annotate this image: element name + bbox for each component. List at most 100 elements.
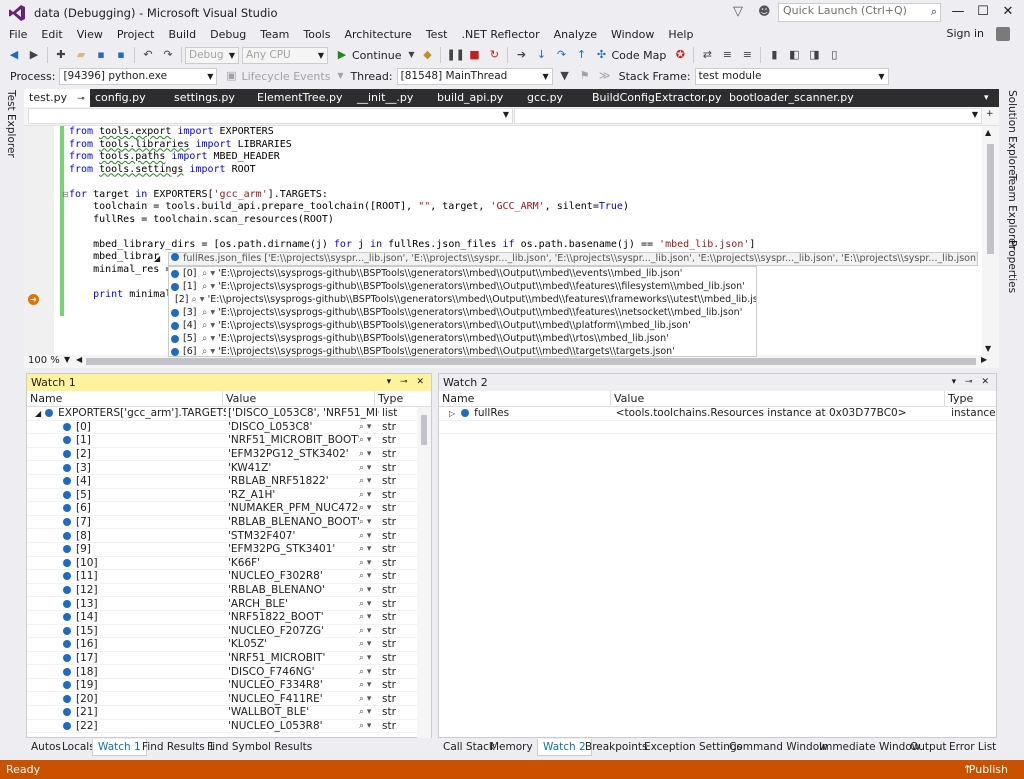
solution-configuration-select[interactable]: Debug ▼ <box>185 46 239 64</box>
watch-row[interactable]: [1] 'NRF51_MICROBIT_BOOT' ⌕ ▾ str <box>27 434 431 448</box>
magnifier-icon[interactable]: ⌕ ▾ <box>191 293 204 306</box>
solution-explorer-tab[interactable]: Solution Explorer <box>1006 90 1018 180</box>
uncomment-icon[interactable]: ≡ <box>739 47 755 63</box>
scroll-left-icon[interactable]: ◀ <box>76 355 82 364</box>
column-value[interactable]: Value <box>223 391 375 406</box>
user-icon[interactable] <box>996 27 1010 41</box>
sign-in-link[interactable]: Sign in <box>946 27 984 40</box>
code-line[interactable]: from tools.settings import ROOT <box>69 164 755 177</box>
watch-row[interactable]: ◢ EXPORTERS['gcc_arm'].TARGETS ['DISCO_L05… <box>27 407 431 421</box>
split-window-icon[interactable]: + <box>986 109 994 119</box>
chevron-down-icon[interactable]: ▼ <box>64 355 70 364</box>
watch-row[interactable]: [14] 'NRF51822_BOOT' ⌕ ▾ str <box>27 611 431 625</box>
watch-value[interactable]: 'NRF51_MICROBIT_BOOT' <box>226 434 359 446</box>
menu-net-reflector[interactable]: .NET Reflector <box>455 27 547 43</box>
column-name[interactable]: Name <box>439 391 611 406</box>
menu-test[interactable]: Test <box>419 27 455 43</box>
tab-elementtree-py[interactable]: ElementTree.py <box>252 89 342 107</box>
stop-icon[interactable]: ■ <box>466 47 482 63</box>
watch-value[interactable]: 'DISCO_L053C8' <box>226 421 359 433</box>
scrollbar-thumb[interactable] <box>421 415 427 445</box>
code-line[interactable]: toolchain = tools.build_api.prepare_tool… <box>69 201 755 214</box>
watch-row[interactable]: [16] 'KL05Z' ⌕ ▾ str <box>27 638 431 652</box>
solution-platform-select[interactable]: Any CPU ▼ <box>242 46 328 64</box>
step-over-icon[interactable]: ↷ <box>553 47 569 63</box>
magnifier-icon[interactable]: ⌕ ▾ <box>359 422 379 432</box>
pin-icon[interactable]: ⊸ <box>77 94 85 104</box>
magnifier-icon[interactable]: ⌕ ▾ <box>359 626 379 636</box>
indicator-margin[interactable] <box>24 126 54 355</box>
column-value[interactable]: Value <box>611 391 945 406</box>
watch-value[interactable]: 'NRF51_MICROBIT' <box>226 652 359 664</box>
watch-row[interactable]: [4] 'RBLAB_NRF51822' ⌕ ▾ str <box>27 475 431 489</box>
menu-help[interactable]: Help <box>661 27 700 43</box>
menu-tools[interactable]: Tools <box>296 27 337 43</box>
notification-flag-icon[interactable]: ▽ <box>733 4 743 19</box>
watch-value[interactable]: 'NUCLEO_F207ZG' <box>226 625 359 637</box>
datatip-item[interactable]: [0] ⌕ ▾ 'E:\\projects\\sysprogs-github\\BS… <box>169 267 756 280</box>
watch-row[interactable]: [17] 'NRF51_MICROBIT' ⌕ ▾ str <box>27 652 431 666</box>
datatip-item[interactable]: [5] ⌕ ▾ 'E:\\projects\\sysprogs-github\\BS… <box>169 332 756 345</box>
horizontal-scrollbar-thumb[interactable] <box>86 358 976 365</box>
magnifier-icon[interactable]: ⌕ ▾ <box>359 639 379 649</box>
watch-row[interactable]: [18] 'DISCO_F746NG' ⌕ ▾ str <box>27 665 431 679</box>
step-into-icon[interactable]: ↓ <box>533 47 549 63</box>
restart-icon[interactable]: ↻ <box>486 47 502 63</box>
watch-value[interactable]: 'NUCLEO_F411RE' <box>226 693 359 705</box>
watch1-scrollbar[interactable] <box>417 407 431 738</box>
tab-test-py[interactable]: test.py ⊸ ✕ <box>24 89 96 107</box>
magnifier-icon[interactable]: ⌕ ▾ <box>359 571 379 581</box>
magnifier-icon[interactable]: ⌕ ▾ <box>359 694 379 704</box>
watch-row[interactable]: ▷ fullRes <tools.toolchains.Resources inst… <box>439 407 996 421</box>
expand-callstack-icon[interactable]: ≫ <box>597 68 613 84</box>
magnifier-icon[interactable]: ⌕ ▾ <box>202 319 215 332</box>
watch-value[interactable]: 'NUCLEO_F334R8' <box>226 679 359 691</box>
magnifier-icon[interactable]: ⌕ ▾ <box>202 280 215 293</box>
datatip-item[interactable]: [2] ⌕ ▾ 'E:\\projects\\sysprogs-github\\BS… <box>169 293 756 306</box>
code-line[interactable] <box>69 226 755 239</box>
watch-value[interactable]: <tools.toolchains.Resources instance at … <box>614 407 948 419</box>
tab-gcc-py[interactable]: gcc.py <box>522 89 563 107</box>
collapse-datatip-icon[interactable]: ◢ <box>154 254 160 263</box>
code-map-icon[interactable]: ✣ <box>593 47 609 63</box>
magnifier-icon[interactable]: ⌕ ▾ <box>359 463 379 473</box>
watch-row[interactable]: [21] 'WALLBOT_BLE' ⌕ ▾ str <box>27 706 431 720</box>
watch-row[interactable]: [13] 'ARCH_BLE' ⌕ ▾ str <box>27 597 431 611</box>
watch-row[interactable]: [8] 'STM32F407' ⌕ ▾ str <box>27 529 431 543</box>
code-line[interactable]: from tools.paths import MBED_HEADER <box>69 151 755 164</box>
magnifier-icon[interactable]: ⌕ ▾ <box>202 332 215 345</box>
code-line[interactable]: for target in EXPORTERS['gcc_arm'].TARGE… <box>69 189 755 202</box>
step-out-icon[interactable]: ↑ <box>573 47 589 63</box>
menu-build[interactable]: Build <box>161 27 203 43</box>
scroll-down-icon[interactable]: ▼ <box>985 344 991 353</box>
watch-row[interactable]: [11] 'NUCLEO_F302R8' ⌕ ▾ str <box>27 570 431 584</box>
close-button[interactable]: ✕ <box>997 2 1019 22</box>
zoom-level[interactable]: 100 % <box>28 355 60 366</box>
tab-overflow-icon[interactable]: ▾ <box>979 89 989 107</box>
watch-row[interactable]: [9] 'EFM32PG_STK3401' ⌕ ▾ str <box>27 543 431 557</box>
next-bookmark-icon[interactable]: ◨ <box>806 47 822 63</box>
watch-value[interactable]: 'RBLAB_BLENANO_BOOT' <box>226 516 359 528</box>
watch-value[interactable]: 'NRF51822_BOOT' <box>226 611 359 623</box>
menu-edit[interactable]: Edit <box>34 27 69 43</box>
code-line[interactable]: fullRes = toolchain.scan_resources(ROOT) <box>69 214 755 227</box>
magnifier-icon[interactable]: ⌕ ▾ <box>359 503 379 513</box>
watch-value[interactable]: 'NUCLEO_L053R8' <box>226 720 359 732</box>
magnifier-icon[interactable]: ⌕ ▾ <box>359 680 379 690</box>
lifecycle-events-button[interactable]: Lifecycle Events <box>241 70 330 83</box>
magnifier-icon[interactable]: ⌕ ▾ <box>359 585 379 595</box>
watch-value[interactable]: 'NUMAKER_PFM_NUC472' <box>226 502 359 514</box>
tab-config-py[interactable]: config.py <box>90 89 146 107</box>
datatip-item[interactable]: [4] ⌕ ▾ 'E:\\projects\\sysprogs-github\\BS… <box>169 319 756 332</box>
collapse-icon[interactable]: ◢ <box>35 409 41 418</box>
magnifier-icon[interactable]: ⌕ ▾ <box>359 517 379 527</box>
feedback-icon[interactable]: ☻ <box>758 4 771 18</box>
watch-row[interactable]: [19] 'NUCLEO_F334R8' ⌕ ▾ str <box>27 679 431 693</box>
watch-row[interactable]: [15] 'NUCLEO_F207ZG' ⌕ ▾ str <box>27 625 431 639</box>
magnifier-icon[interactable]: ⌕ ▾ <box>359 667 379 677</box>
team-explorer-tab[interactable]: Team Explorer <box>1006 174 1018 249</box>
watch-value[interactable]: ['DISCO_L053C8', 'NRF51_MICROBIT <box>226 407 379 419</box>
watch-value[interactable]: 'STM32F407' <box>226 530 359 542</box>
clear-bookmarks-icon[interactable]: ▯ <box>826 47 842 63</box>
code-line[interactable]: from tools.libraries import LIBRARIES <box>69 139 755 152</box>
